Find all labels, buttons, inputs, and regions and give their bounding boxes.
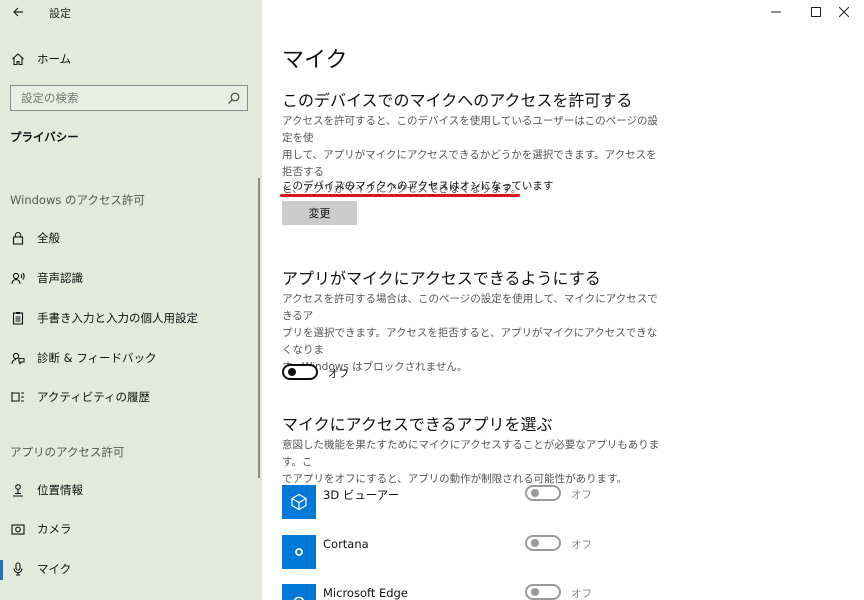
- category-title: プライバシー: [10, 130, 79, 144]
- sidebar-item-microphone[interactable]: マイク: [0, 551, 262, 587]
- device-access-heading: このデバイスでのマイクへのアクセスを許可する: [282, 91, 633, 110]
- toggle-knob: [288, 368, 296, 376]
- feedback-icon: [10, 350, 26, 366]
- toggle-knob: [531, 539, 539, 547]
- app-toggle-label: オフ: [571, 489, 592, 501]
- title-bar: 設定: [0, 0, 262, 26]
- app-access-heading: アプリがマイクにアクセスできるようにする: [282, 269, 601, 288]
- cube-icon: [282, 485, 316, 519]
- section-app-permissions: アプリのアクセス許可: [10, 445, 125, 459]
- sidebar-scrollbar[interactable]: [258, 178, 260, 478]
- sidebar-item-label: 手書き入力と入力の個人用設定: [37, 311, 198, 325]
- highlight-underline: [280, 194, 520, 197]
- camera-icon: [10, 521, 26, 537]
- toggle-knob: [531, 588, 539, 596]
- search-icon: [228, 92, 240, 104]
- app-title: 設定: [49, 7, 71, 20]
- sidebar-item-home[interactable]: ホーム: [0, 41, 262, 77]
- back-arrow-icon: [13, 7, 23, 17]
- sidebar-item-activity-history[interactable]: アクティビティの履歴: [0, 379, 262, 415]
- sidebar-item-diagnostics[interactable]: 診断 & フィードバック: [0, 340, 262, 376]
- app-toggle-label: オフ: [571, 588, 592, 600]
- app-name: Cortana: [323, 537, 369, 551]
- page-title: マイク: [282, 48, 348, 73]
- search-input[interactable]: [11, 86, 221, 110]
- settings-search[interactable]: [10, 85, 248, 111]
- sidebar-item-location[interactable]: 位置情報: [0, 472, 262, 508]
- cortana-icon: [282, 535, 316, 569]
- app-access-toggle-label: オフ: [328, 368, 349, 380]
- section-windows-permissions: Windows のアクセス許可: [10, 193, 145, 207]
- app-name: 3D ビューアー: [323, 488, 400, 502]
- sidebar-item-label: アクティビティの履歴: [37, 390, 151, 404]
- app-row-edge: Microsoft Edge オフ: [282, 584, 842, 600]
- sidebar-item-label: マイク: [37, 562, 72, 576]
- change-button[interactable]: 変更: [282, 201, 357, 225]
- microphone-icon: [10, 561, 26, 577]
- app-toggle-3d-viewer[interactable]: [525, 485, 561, 501]
- app-row-3d-viewer: 3D ビューアー オフ: [282, 485, 842, 521]
- sidebar-item-label: 音声認識: [37, 271, 83, 285]
- sidebar-item-general[interactable]: 全般: [0, 220, 262, 256]
- toggle-knob: [531, 489, 539, 497]
- app-name: Microsoft Edge: [323, 586, 408, 600]
- clipboard-icon: [10, 310, 26, 326]
- location-icon: [10, 482, 26, 498]
- choose-apps-heading: マイクにアクセスできるアプリを選ぶ: [282, 415, 553, 434]
- sidebar-item-label: ホーム: [37, 52, 72, 66]
- main-content: マイク このデバイスでのマイクへのアクセスを許可する アクセスを許可すると、この…: [262, 0, 864, 600]
- history-icon: [10, 389, 26, 405]
- sidebar-item-label: 位置情報: [37, 483, 83, 497]
- app-access-description: アクセスを許可する場合は、このページの設定を使用して、マイクにアクセスできるア …: [282, 293, 658, 373]
- app-toggle-cortana[interactable]: [525, 535, 561, 551]
- choose-apps-description: 意図した機能を果たすためにマイクにアクセスすることが必要なアプリもあります。こ …: [282, 439, 660, 485]
- app-access-toggle[interactable]: [282, 364, 318, 380]
- edge-icon: [282, 584, 316, 600]
- speech-icon: [10, 270, 26, 286]
- home-icon: [10, 51, 26, 67]
- device-access-status: このデバイスのマイクへのアクセスはオンになっています: [282, 180, 554, 192]
- sidebar-item-label: カメラ: [37, 522, 72, 536]
- sidebar-item-inking[interactable]: 手書き入力と入力の個人用設定: [0, 300, 262, 336]
- sidebar-item-camera[interactable]: カメラ: [0, 511, 262, 547]
- app-row-cortana: Cortana オフ: [282, 535, 842, 571]
- sidebar-item-speech[interactable]: 音声認識: [0, 260, 262, 296]
- sidebar-item-label: 診断 & フィードバック: [37, 351, 157, 365]
- app-toggle-edge[interactable]: [525, 584, 561, 600]
- app-toggle-label: オフ: [571, 539, 592, 551]
- lock-icon: [10, 230, 26, 246]
- back-button[interactable]: [8, 2, 28, 22]
- sidebar-item-label: 全般: [37, 231, 60, 245]
- sidebar: 設定 ホーム プライバシー Windows のアクセス許可 全般 音声認識 手書…: [0, 0, 262, 600]
